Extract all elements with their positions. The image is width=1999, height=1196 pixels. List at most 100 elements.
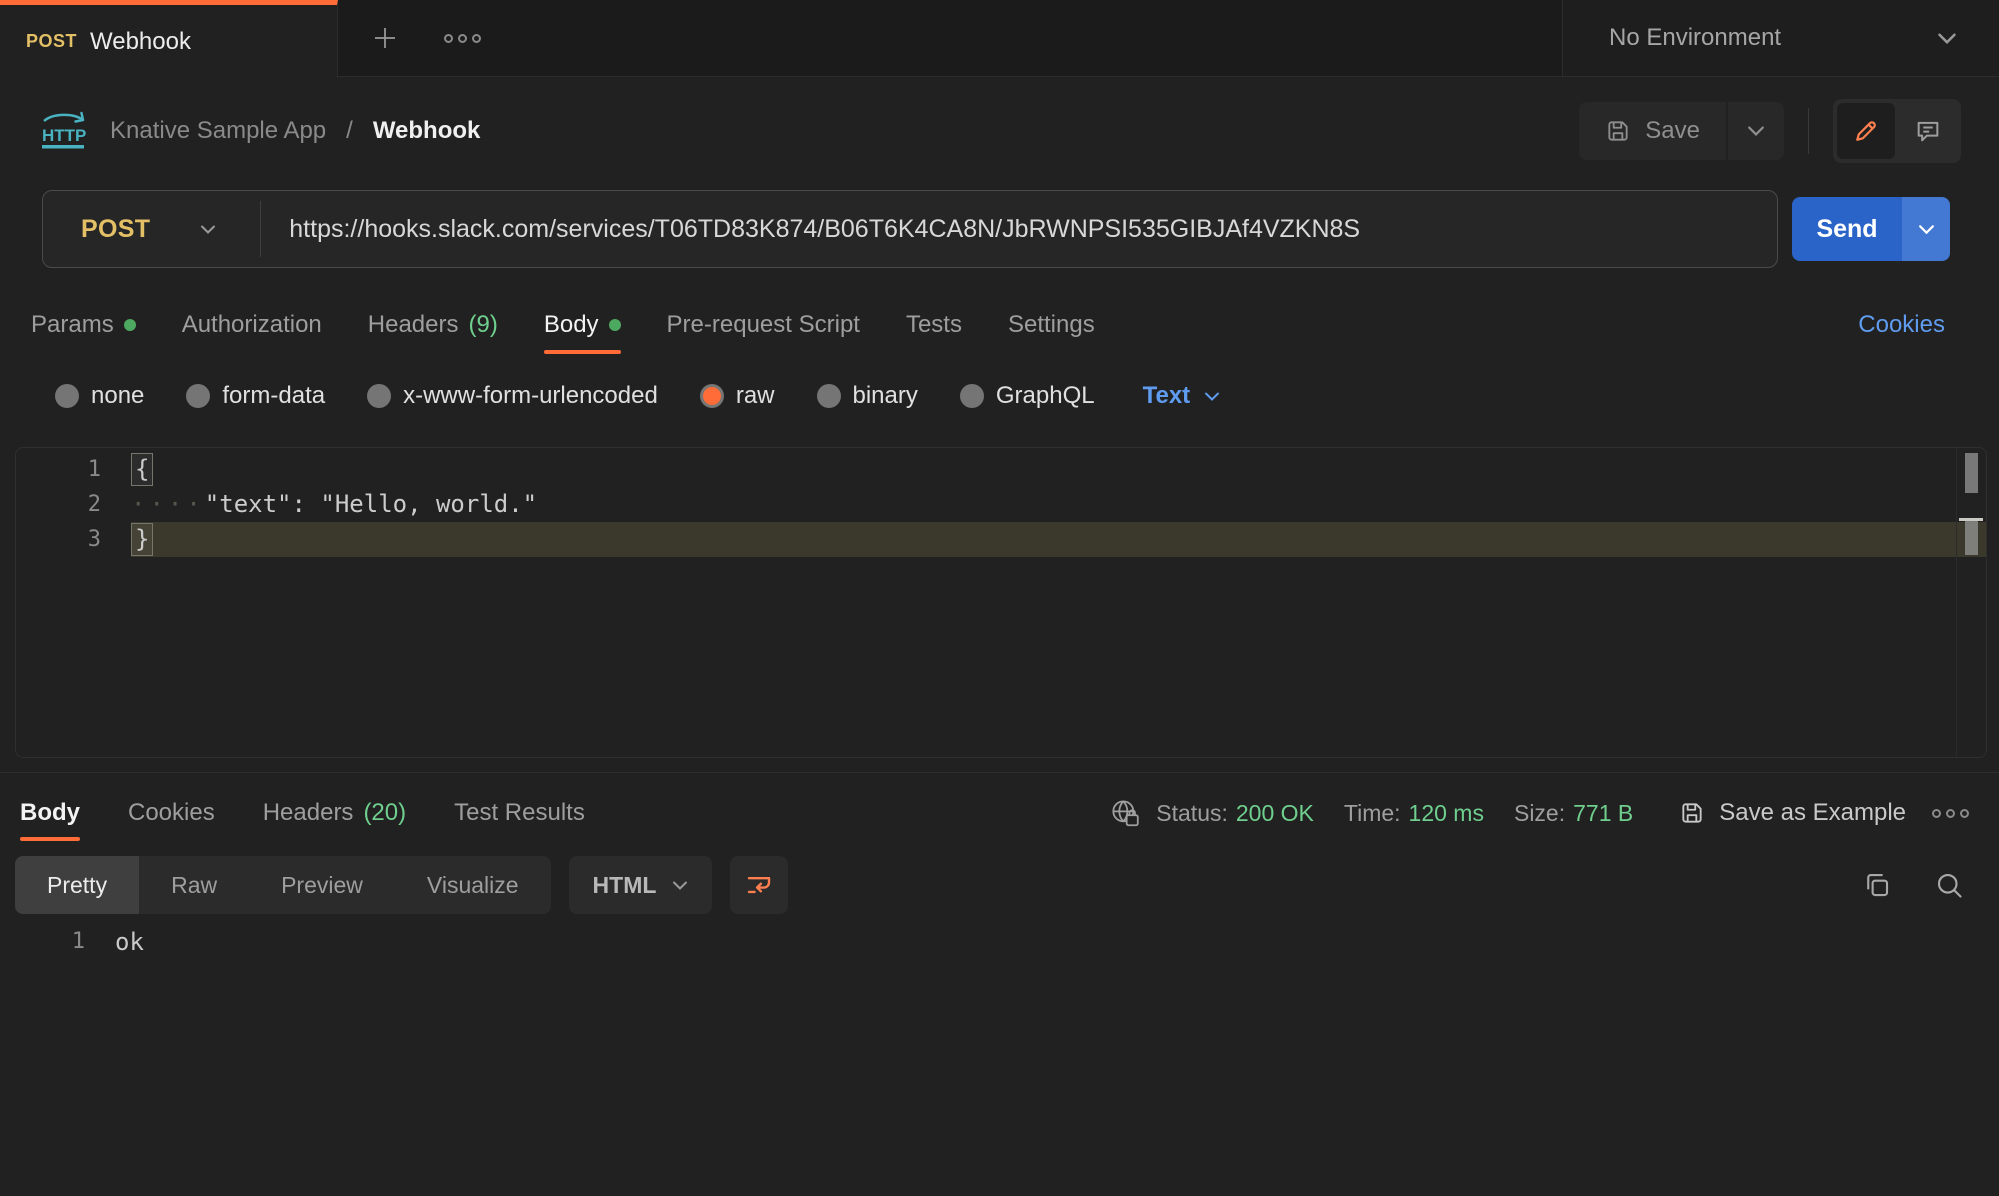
mode-form-data-label: form-data [222, 382, 325, 410]
method-selector[interactable]: POST [43, 215, 260, 244]
save-icon [1605, 118, 1631, 144]
tab-options-button[interactable] [444, 34, 481, 43]
radio-selected-icon [700, 384, 724, 408]
send-options-button[interactable] [1902, 197, 1950, 261]
url-input[interactable]: https://hooks.slack.com/services/T06TD83… [261, 215, 1360, 244]
tab-tests-label: Tests [906, 311, 962, 339]
wrap-text-icon [744, 870, 774, 900]
response-content: ok [115, 922, 144, 962]
comment-icon [1914, 117, 1942, 145]
mode-x-www-form-urlencoded[interactable]: x-www-form-urlencoded [367, 382, 658, 410]
tab-headers-label: Headers [368, 311, 459, 339]
editor-line-2[interactable]: 2 ····"text": "Hello, world." [16, 487, 1986, 522]
environment-selector[interactable]: No Environment [1562, 0, 1999, 76]
tab-headers[interactable]: Headers (9) [368, 311, 498, 339]
request-body-editor[interactable]: 1 { 2 ····"text": "Hello, world." 3 } [15, 447, 1987, 758]
editor-scrollbar[interactable] [1956, 448, 1986, 757]
time-label: Time: [1344, 800, 1401, 827]
json-code: "text": "Hello, world." [205, 490, 537, 518]
chevron-down-icon [1918, 224, 1935, 235]
size-value: 771 B [1573, 800, 1633, 827]
tab-body-label: Body [544, 311, 599, 339]
svg-text:HTTP: HTTP [42, 126, 86, 145]
pencil-icon [1852, 117, 1880, 145]
mode-binary[interactable]: binary [817, 382, 918, 410]
view-preview-button[interactable]: Preview [249, 856, 395, 914]
search-response-button[interactable] [1934, 870, 1964, 900]
request-tab-webhook[interactable]: POST Webhook [0, 0, 338, 78]
response-view-switcher: Pretty Raw Preview Visualize [15, 856, 551, 914]
http-request-icon: HTTP [38, 110, 90, 152]
tab-bar: POST Webhook No Environment [0, 0, 1999, 77]
response-meta: Status: 200 OK Time: 120 ms Size: 771 B … [1110, 798, 1969, 828]
breadcrumb-collection[interactable]: Knative Sample App [110, 117, 326, 145]
tab-pre-request-script-label: Pre-request Script [667, 311, 860, 339]
chevron-down-icon [672, 880, 688, 891]
response-tab-cookies-label: Cookies [128, 799, 215, 827]
url-bar: POST https://hooks.slack.com/services/T0… [42, 190, 1778, 268]
editor-line-3-current[interactable]: 3 } [16, 522, 1986, 557]
editor-line-1[interactable]: 1 { [16, 452, 1986, 487]
response-tab-headers-count: (20) [363, 799, 406, 827]
whitespace-dots: ···· [131, 490, 205, 518]
chevron-down-icon [200, 224, 216, 235]
mode-graphql[interactable]: GraphQL [960, 382, 1095, 410]
tab-params[interactable]: Params [31, 311, 136, 339]
line-number: 1 [16, 452, 131, 487]
response-tab-test-results[interactable]: Test Results [454, 799, 585, 827]
save-button[interactable]: Save [1579, 102, 1726, 160]
response-tab-test-results-label: Test Results [454, 799, 585, 827]
tab-settings[interactable]: Settings [1008, 311, 1095, 339]
response-format-selector[interactable]: HTML [569, 856, 713, 914]
comments-button[interactable] [1899, 103, 1957, 159]
mode-form-data[interactable]: form-data [186, 382, 325, 410]
mode-raw[interactable]: raw [700, 382, 775, 410]
tab-settings-label: Settings [1008, 311, 1095, 339]
response-line-1: 1 ok [0, 922, 1999, 962]
size-indicator[interactable]: Size: 771 B [1514, 800, 1633, 827]
save-button-label: Save [1645, 117, 1700, 145]
view-visualize-button[interactable]: Visualize [395, 856, 551, 914]
save-options-button[interactable] [1728, 102, 1784, 160]
breadcrumb-request-name[interactable]: Webhook [373, 117, 481, 145]
send-button[interactable]: Send [1792, 197, 1902, 261]
response-toolbar: Pretty Raw Preview Visualize HTML [15, 856, 1964, 914]
raw-language-selector[interactable]: Text [1143, 382, 1221, 410]
time-indicator[interactable]: Time: 120 ms [1344, 800, 1484, 827]
response-body-viewer[interactable]: 1 ok [0, 922, 1999, 1196]
response-tab-headers-label: Headers [263, 799, 354, 827]
radio-icon [55, 384, 79, 408]
save-as-example-button[interactable]: Save as Example [1679, 799, 1906, 827]
size-label: Size: [1514, 800, 1565, 827]
mode-binary-label: binary [853, 382, 918, 410]
network-globe-lock-icon[interactable] [1110, 798, 1140, 828]
documentation-edit-button[interactable] [1837, 103, 1895, 159]
params-dot-indicator [124, 319, 136, 331]
tab-authorization[interactable]: Authorization [182, 311, 322, 339]
status-value: 200 OK [1236, 800, 1314, 827]
response-tab-cookies[interactable]: Cookies [128, 799, 215, 827]
response-options-button[interactable] [1932, 809, 1969, 818]
view-raw-button[interactable]: Raw [139, 856, 249, 914]
response-tab-body[interactable]: Body [20, 799, 80, 827]
tab-tests[interactable]: Tests [906, 311, 962, 339]
response-header: Body Cookies Headers (20) Test Results S… [20, 782, 1969, 844]
mode-none[interactable]: none [55, 382, 144, 410]
view-pretty-button[interactable]: Pretty [15, 856, 139, 914]
tab-body[interactable]: Body [544, 311, 621, 339]
copy-response-button[interactable] [1862, 870, 1892, 900]
response-format-label: HTML [593, 872, 657, 899]
line-number: 2 [16, 487, 131, 522]
cookies-link[interactable]: Cookies [1858, 311, 1945, 339]
response-separator [0, 772, 1999, 773]
save-as-example-label: Save as Example [1719, 799, 1906, 827]
new-tab-button[interactable] [370, 23, 400, 53]
response-tab-headers[interactable]: Headers (20) [263, 799, 406, 827]
line-number: 3 [16, 522, 131, 557]
close-brace: } [131, 523, 153, 556]
wrap-text-button[interactable] [730, 856, 788, 914]
status-indicator[interactable]: Status: 200 OK [1156, 800, 1314, 827]
request-url-row: POST https://hooks.slack.com/services/T0… [42, 190, 1950, 268]
tab-title: Webhook [90, 28, 191, 56]
tab-pre-request-script[interactable]: Pre-request Script [667, 311, 860, 339]
